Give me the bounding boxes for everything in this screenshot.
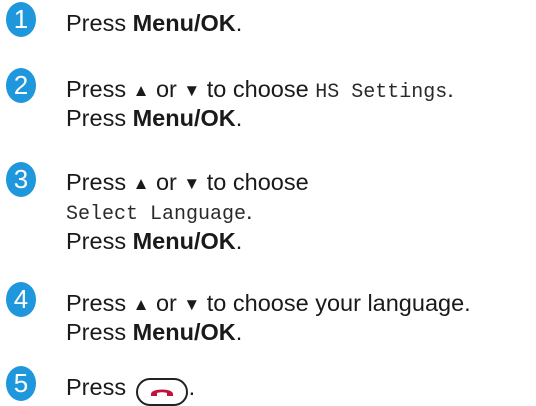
step-number-badge: 5 (6, 366, 36, 401)
step-number-badge: 2 (6, 68, 36, 103)
press-text: Press (66, 374, 133, 400)
step-number-badge: 3 (6, 162, 36, 197)
menu-ok-key-label: Menu/OK (132, 10, 236, 36)
step-number-badge: 4 (6, 282, 36, 317)
menu-ok-key-label: Menu/OK (132, 228, 236, 254)
or-text: or (149, 76, 184, 102)
phone-hangup-icon (150, 389, 173, 396)
step-number-badge: 1 (6, 2, 36, 37)
period: . (246, 198, 253, 224)
up-arrow-icon: ▲ (132, 295, 150, 314)
or-text: or (149, 290, 184, 316)
period: . (188, 374, 196, 400)
lcd-menu-item: Select Language (66, 203, 247, 226)
step-instruction: Press Menu/OK. (66, 8, 242, 38)
period: . (235, 105, 243, 131)
period: . (235, 228, 243, 254)
press-text: Press (66, 76, 133, 102)
down-arrow-icon: ▼ (183, 81, 201, 100)
end-call-key (135, 378, 188, 406)
step-instruction: Press Menu/OK. (66, 317, 242, 347)
choose-text: to choose (200, 76, 316, 102)
step-instruction: Select Language. (66, 196, 253, 230)
period: . (447, 76, 454, 102)
step-instruction: Press Menu/OK. (66, 103, 242, 133)
period: . (235, 10, 243, 36)
menu-ok-key-label: Menu/OK (132, 105, 236, 131)
step-instruction: Press Menu/OK. (66, 226, 242, 256)
press-text: Press (66, 105, 133, 131)
press-text: Press (66, 10, 133, 36)
press-text: Press (66, 228, 133, 254)
up-arrow-icon: ▲ (132, 174, 150, 193)
or-text: or (149, 169, 184, 195)
down-arrow-icon: ▼ (183, 174, 201, 193)
choose-text: to choose your language. (200, 290, 471, 316)
period: . (235, 319, 243, 345)
lcd-menu-item: HS Settings (315, 81, 448, 104)
down-arrow-icon: ▼ (183, 295, 201, 314)
choose-text: to choose (200, 169, 309, 195)
press-text: Press (66, 290, 133, 316)
press-text: Press (66, 169, 133, 195)
menu-ok-key-label: Menu/OK (132, 319, 236, 345)
up-arrow-icon: ▲ (132, 81, 150, 100)
press-text: Press (66, 319, 133, 345)
step-instruction: Press . (66, 372, 196, 406)
